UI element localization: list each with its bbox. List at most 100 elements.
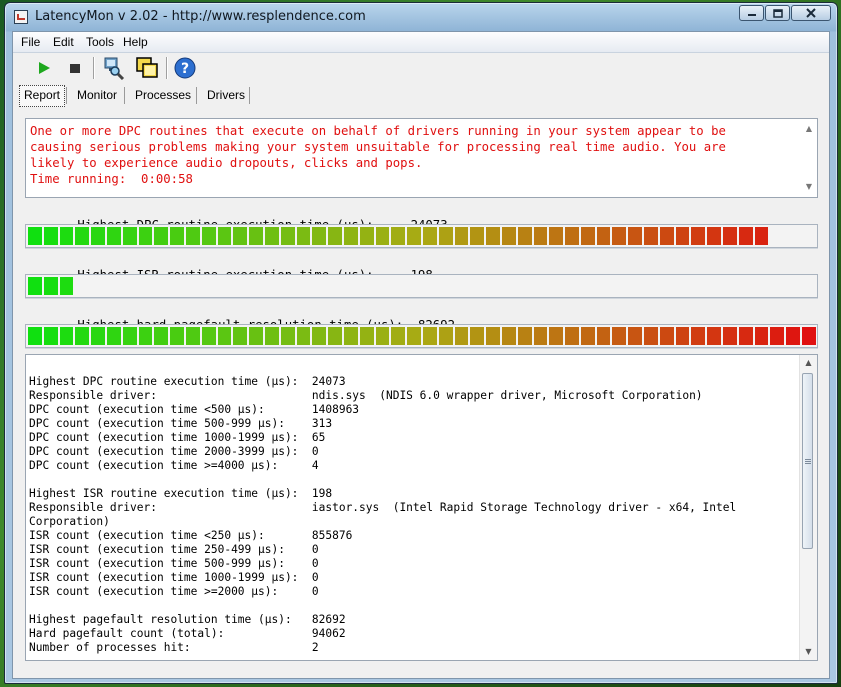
scrollbar-thumb[interactable] xyxy=(802,373,813,549)
level-segment xyxy=(786,327,801,345)
start-button[interactable] xyxy=(32,56,56,80)
level-segment xyxy=(565,327,579,345)
level-segment xyxy=(501,327,516,345)
windows-button[interactable] xyxy=(135,56,159,80)
level-segment xyxy=(628,227,643,245)
scroll-down-icon[interactable]: ▼ xyxy=(803,181,815,193)
report-text-box[interactable]: Highest DPC routine execution time (µs):… xyxy=(25,354,818,661)
level-segment xyxy=(249,227,263,245)
level-segment xyxy=(470,227,485,245)
level-segment xyxy=(723,327,737,345)
level-segment xyxy=(312,227,327,245)
help-icon: ? xyxy=(174,57,196,79)
menu-bar: File Edit Tools Help xyxy=(13,32,829,53)
level-segment xyxy=(75,227,90,245)
level-segment xyxy=(359,327,374,345)
level-segment xyxy=(217,227,232,245)
level-segment xyxy=(328,327,342,345)
level-segment xyxy=(75,327,90,345)
scroll-up-icon[interactable]: ▲ xyxy=(803,123,815,135)
stop-button[interactable] xyxy=(63,56,87,80)
level-segment xyxy=(375,227,390,245)
level-segment xyxy=(501,227,516,245)
level-segment xyxy=(106,327,121,345)
level-segment xyxy=(659,327,674,345)
level-segment xyxy=(343,227,358,245)
level-segment xyxy=(486,227,500,245)
level-segment xyxy=(644,327,658,345)
level-segment xyxy=(28,327,42,345)
report-scrollbar[interactable]: ▲ ▼ xyxy=(799,355,817,660)
level-segment xyxy=(280,327,295,345)
minimize-button[interactable] xyxy=(739,5,764,21)
isr-bar xyxy=(25,274,818,298)
level-segment xyxy=(154,227,169,245)
level-segment xyxy=(486,327,500,345)
level-segment xyxy=(280,227,295,245)
level-segment xyxy=(628,327,643,345)
pagefault-bar xyxy=(25,324,818,348)
level-segment xyxy=(549,327,564,345)
play-icon xyxy=(39,62,50,74)
level-segment xyxy=(675,227,690,245)
level-segment xyxy=(122,327,137,345)
tab-monitor[interactable]: Monitor xyxy=(73,85,121,105)
app-window: LatencyMon v 2.02 - http://www.resplende… xyxy=(4,2,838,684)
conclusion-message: One or more DPC routines that execute on… xyxy=(30,124,726,186)
tab-report[interactable]: Report xyxy=(19,85,66,107)
level-segment xyxy=(328,227,342,245)
scroll-down-arrow-icon[interactable]: ▼ xyxy=(800,644,817,660)
maximize-icon xyxy=(772,8,783,18)
level-segment xyxy=(454,227,469,245)
level-segment xyxy=(565,227,579,245)
stop-icon xyxy=(70,64,80,73)
level-segment xyxy=(359,227,374,245)
level-segment xyxy=(217,327,232,345)
title-bar[interactable]: LatencyMon v 2.02 - http://www.resplende… xyxy=(5,3,837,31)
level-segment xyxy=(723,227,737,245)
minimize-icon xyxy=(747,14,756,16)
level-segment xyxy=(770,327,785,345)
toolbar: ? xyxy=(13,52,829,84)
level-segment xyxy=(343,327,358,345)
level-segment xyxy=(106,227,121,245)
level-segment xyxy=(612,327,627,345)
menu-file[interactable]: File xyxy=(21,35,40,49)
computer-magnifier-icon xyxy=(104,57,125,80)
tab-processes[interactable]: Processes xyxy=(131,85,195,105)
app-icon xyxy=(14,10,28,24)
level-segment xyxy=(533,327,548,345)
level-segment xyxy=(201,327,216,345)
help-button[interactable]: ? xyxy=(173,56,197,80)
scroll-up-arrow-icon[interactable]: ▲ xyxy=(800,355,817,371)
level-segment xyxy=(580,327,595,345)
level-segment xyxy=(675,327,690,345)
report-text: Highest DPC routine execution time (µs):… xyxy=(29,375,737,654)
level-segment xyxy=(470,327,485,345)
pagefault-bar-fill xyxy=(28,327,816,345)
level-segment xyxy=(43,327,58,345)
close-button[interactable] xyxy=(791,5,831,21)
level-segment xyxy=(644,227,658,245)
menu-help[interactable]: Help xyxy=(123,35,148,49)
level-segment xyxy=(91,327,105,345)
maximize-button[interactable] xyxy=(765,5,790,21)
level-segment xyxy=(59,277,74,295)
cpu-stats-button[interactable] xyxy=(101,56,125,80)
level-segment xyxy=(296,227,311,245)
level-segment xyxy=(28,277,42,295)
level-segment xyxy=(122,227,137,245)
window-title: LatencyMon v 2.02 - http://www.resplende… xyxy=(35,9,366,24)
conclusion-message-box[interactable]: One or more DPC routines that execute on… xyxy=(25,118,818,198)
level-segment xyxy=(407,227,421,245)
isr-bar-fill xyxy=(28,277,74,295)
level-segment xyxy=(454,327,469,345)
tab-drivers[interactable]: Drivers xyxy=(203,85,249,105)
menu-tools[interactable]: Tools xyxy=(86,35,114,49)
level-segment xyxy=(754,327,769,345)
level-segment xyxy=(612,227,627,245)
menu-edit[interactable]: Edit xyxy=(53,35,74,49)
level-segment xyxy=(533,227,548,245)
level-segment xyxy=(264,227,279,245)
level-segment xyxy=(233,227,248,245)
